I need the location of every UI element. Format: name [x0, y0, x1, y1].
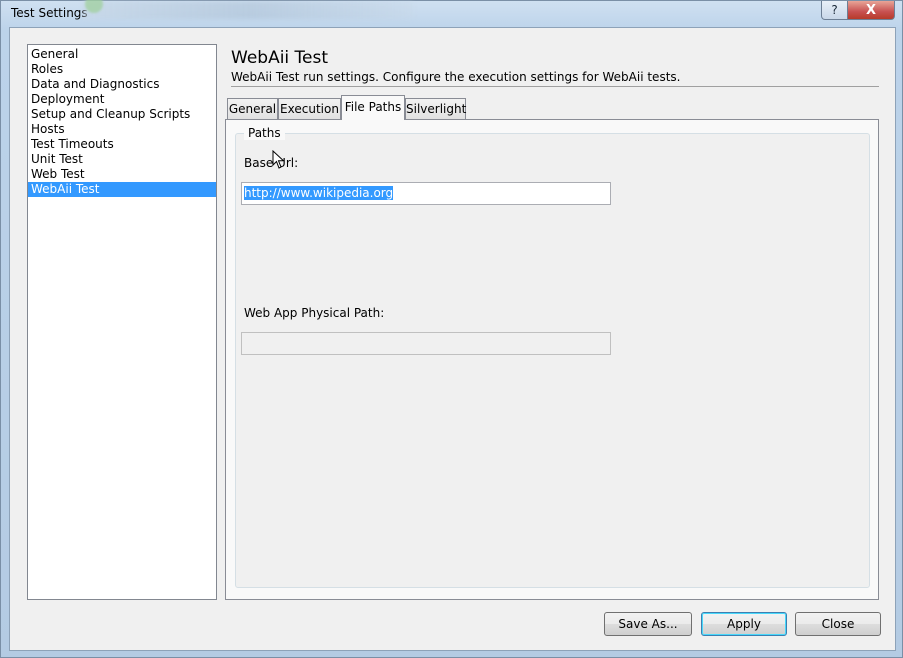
blurred-taskbar-region [83, 1, 413, 19]
page-description: WebAii Test run settings. Configure the … [231, 70, 681, 84]
apply-button[interactable]: Apply [701, 612, 787, 636]
close-icon: X [865, 2, 877, 18]
tab-file-paths[interactable]: File Paths [341, 95, 405, 120]
title-divider [231, 86, 879, 87]
nav-item-test-timeouts[interactable]: Test Timeouts [28, 137, 216, 152]
file-paths-panel: Paths Base Url: http://www.wikipedia.org… [225, 119, 879, 600]
tab-execution[interactable]: Execution [278, 98, 341, 119]
dialog-client-area: General Roles Data and Diagnostics Deplo… [9, 27, 896, 651]
nav-item-data-and-diagnostics[interactable]: Data and Diagnostics [28, 77, 216, 92]
physical-path-label: Web App Physical Path: [244, 306, 385, 320]
base-url-input[interactable]: http://www.wikipedia.org [241, 182, 611, 205]
page-title: WebAii Test [231, 48, 329, 68]
help-icon: ? [831, 3, 838, 17]
physical-path-input[interactable] [241, 332, 611, 355]
mouse-cursor-icon [272, 150, 285, 169]
window-frame: Test Settings ? X General Roles Data and… [0, 0, 903, 658]
nav-item-setup-cleanup-scripts[interactable]: Setup and Cleanup Scripts [28, 107, 216, 122]
base-url-value: http://www.wikipedia.org [244, 186, 394, 200]
nav-item-webaii-test[interactable]: WebAii Test [28, 182, 216, 197]
nav-item-hosts[interactable]: Hosts [28, 122, 216, 137]
nav-item-deployment[interactable]: Deployment [28, 92, 216, 107]
settings-category-list[interactable]: General Roles Data and Diagnostics Deplo… [27, 44, 217, 600]
nav-item-unit-test[interactable]: Unit Test [28, 152, 216, 167]
title-bar: Test Settings ? X [1, 0, 903, 25]
window-close-button[interactable]: X [847, 1, 895, 20]
paths-legend: Paths [244, 126, 285, 140]
nav-item-roles[interactable]: Roles [28, 62, 216, 77]
tab-silverlight[interactable]: Silverlight [405, 98, 466, 119]
nav-item-web-test[interactable]: Web Test [28, 167, 216, 182]
window-title: Test Settings [11, 6, 88, 20]
save-as-button[interactable]: Save As... [604, 612, 692, 636]
nav-item-general[interactable]: General [28, 47, 216, 62]
paths-groupbox: Paths Base Url: http://www.wikipedia.org… [235, 126, 870, 588]
close-button[interactable]: Close [795, 612, 881, 636]
help-button[interactable]: ? [821, 1, 848, 20]
tab-general[interactable]: General [227, 98, 278, 119]
